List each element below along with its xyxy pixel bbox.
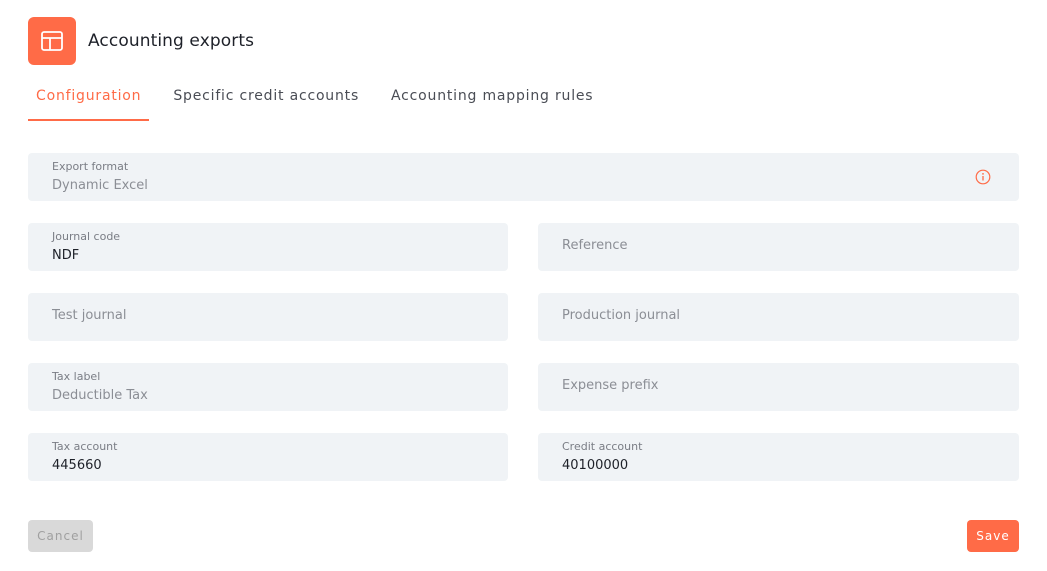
credit-account-value: 40100000: [562, 458, 629, 473]
tax-label-field[interactable]: Tax label Deductible Tax: [28, 363, 508, 411]
export-format-select[interactable]: Export format Dynamic Excel: [28, 153, 1019, 201]
production-journal-placeholder: Production journal: [562, 308, 681, 323]
tax-account-value: 445660: [52, 458, 102, 473]
tab-configuration[interactable]: Configuration: [28, 80, 150, 121]
test-journal-placeholder: Test journal: [52, 308, 127, 323]
journal-code-label: Journal code: [52, 230, 121, 243]
credit-account-label: Credit account: [562, 440, 643, 453]
page-header: Accounting exports: [28, 17, 254, 65]
layout-table-icon: [28, 17, 76, 65]
tax-account-field[interactable]: Tax account 445660: [28, 433, 508, 481]
tax-label-value: Deductible Tax: [52, 388, 148, 403]
tax-account-label: Tax account: [52, 440, 118, 453]
production-journal-field[interactable]: Production journal: [538, 293, 1019, 341]
journal-code-value: NDF: [52, 248, 80, 263]
cancel-button[interactable]: Cancel: [28, 520, 93, 552]
reference-field[interactable]: Reference: [538, 223, 1019, 271]
test-journal-field[interactable]: Test journal: [28, 293, 508, 341]
export-format-label: Export format: [52, 160, 129, 173]
tab-bar: Configuration Specific credit accounts A…: [28, 80, 617, 121]
tax-label-label: Tax label: [52, 370, 101, 383]
expense-prefix-placeholder: Expense prefix: [562, 378, 659, 393]
tab-accounting-mapping-rules[interactable]: Accounting mapping rules: [383, 80, 601, 121]
page-title: Accounting exports: [88, 31, 255, 51]
reference-placeholder: Reference: [562, 238, 628, 253]
tab-specific-credit-accounts[interactable]: Specific credit accounts: [165, 80, 367, 121]
export-format-value: Dynamic Excel: [52, 178, 148, 193]
journal-code-field[interactable]: Journal code NDF: [28, 223, 508, 271]
expense-prefix-field[interactable]: Expense prefix: [538, 363, 1019, 411]
info-icon[interactable]: [975, 169, 991, 185]
credit-account-field[interactable]: Credit account 40100000: [538, 433, 1019, 481]
save-button[interactable]: Save: [967, 520, 1019, 552]
